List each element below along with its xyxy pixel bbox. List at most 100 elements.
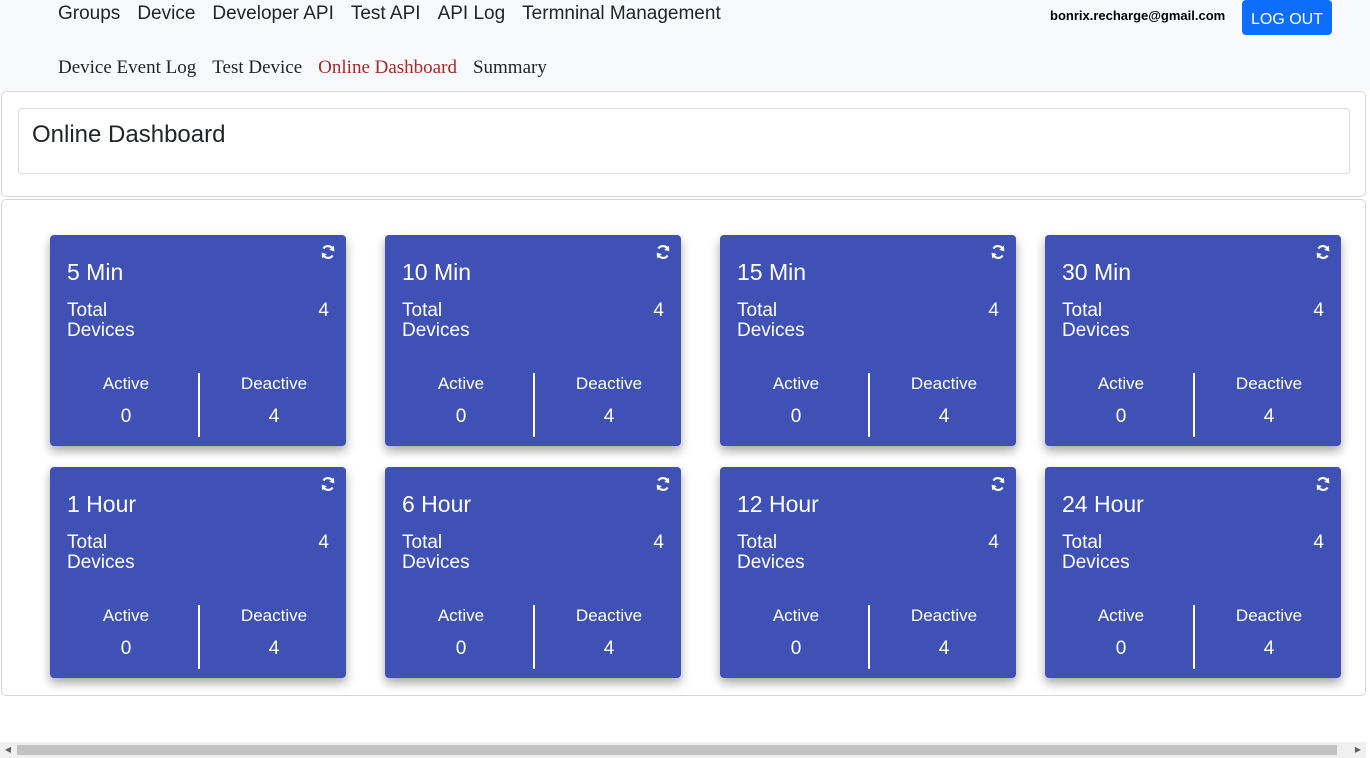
tile-period: 10 Min (402, 259, 472, 285)
deactive-label: Deactive (240, 606, 308, 625)
total-devices-value: 4 (1313, 300, 1324, 321)
refresh-icon[interactable] (1315, 476, 1331, 492)
total-devices-value: 4 (988, 300, 999, 321)
deactive-value: 4 (268, 406, 280, 427)
deactive-value: 4 (938, 406, 950, 427)
dashboard-tile-1: 5 Min Total Devices 4 Active 0 Deactive … (50, 235, 346, 446)
deactive-value: 4 (603, 638, 615, 659)
nav-link-terminal-management[interactable]: Termninal Management (522, 3, 721, 25)
deactive-value: 4 (603, 406, 615, 427)
tile-period: 5 Min (67, 259, 124, 285)
active-stat: Active 0 (52, 606, 200, 660)
nav-link-summary[interactable]: Summary (473, 57, 547, 79)
deactive-stat: Deactive 4 (870, 374, 1018, 428)
tile-period: 6 Hour (402, 491, 472, 517)
active-value: 0 (455, 406, 467, 427)
total-devices-label: Total Devices (1062, 532, 1130, 573)
nav-link-developer-api[interactable]: Developer API (212, 3, 333, 25)
active-stat: Active 0 (722, 606, 870, 660)
tile-period: 24 Hour (1062, 491, 1144, 517)
refresh-icon[interactable] (320, 476, 336, 492)
nav-link-test-api[interactable]: Test API (351, 3, 421, 25)
total-devices-label: Total Devices (67, 532, 135, 573)
dashboard-tile-4: 30 Min Total Devices 4 Active 0 Deactive… (1045, 235, 1341, 446)
top-navbar: Groups Device Developer API Test API API… (0, 0, 1370, 90)
secondary-nav: Device Event Log Test Device Online Dash… (58, 57, 547, 79)
nav-link-online-dashboard[interactable]: Online Dashboard (318, 57, 457, 79)
dashboard-tile-2: 10 Min Total Devices 4 Active 0 Deactive… (385, 235, 681, 446)
dashboard-tile-3: 15 Min Total Devices 4 Active 0 Deactive… (720, 235, 1016, 446)
deactive-label: Deactive (1235, 606, 1303, 625)
page-header-card: Online Dashboard (1, 91, 1366, 197)
active-value: 0 (120, 638, 132, 659)
total-devices-value: 4 (318, 300, 329, 321)
deactive-stat: Deactive 4 (200, 374, 348, 428)
deactive-label: Deactive (1235, 374, 1303, 393)
active-value: 0 (790, 406, 802, 427)
active-label: Active (1097, 606, 1145, 625)
deactive-stat: Deactive 4 (1195, 606, 1343, 660)
total-devices-label: Total Devices (402, 532, 470, 573)
active-value: 0 (790, 638, 802, 659)
deactive-stat: Deactive 4 (535, 606, 683, 660)
scroll-right-arrow-icon[interactable]: ▶ (1353, 745, 1363, 755)
total-devices-value: 4 (318, 532, 329, 553)
total-devices-value: 4 (1313, 532, 1324, 553)
total-devices-label: Total Devices (737, 300, 805, 341)
tile-period: 15 Min (737, 259, 807, 285)
total-devices-value: 4 (988, 532, 999, 553)
page-header-inner: Online Dashboard (18, 108, 1350, 174)
horizontal-scrollbar[interactable]: ◀ ▶ (0, 742, 1366, 758)
nav-link-api-log[interactable]: API Log (438, 3, 506, 25)
dashboard-tile-6: 6 Hour Total Devices 4 Active 0 Deactive… (385, 467, 681, 678)
total-devices-label: Total Devices (67, 300, 135, 341)
dashboard-tile-5: 1 Hour Total Devices 4 Active 0 Deactive… (50, 467, 346, 678)
total-devices-label: Total Devices (402, 300, 470, 341)
deactive-stat: Deactive 4 (870, 606, 1018, 660)
deactive-value: 4 (1263, 638, 1275, 659)
total-devices-value: 4 (653, 532, 664, 553)
deactive-stat: Deactive 4 (1195, 374, 1343, 428)
total-devices-value: 4 (653, 300, 664, 321)
active-stat: Active 0 (1047, 606, 1195, 660)
nav-link-groups[interactable]: Groups (58, 3, 120, 25)
active-label: Active (102, 374, 150, 393)
refresh-icon[interactable] (320, 244, 336, 260)
dashboard-tile-7: 12 Hour Total Devices 4 Active 0 Deactiv… (720, 467, 1016, 678)
refresh-icon[interactable] (655, 476, 671, 492)
active-value: 0 (1115, 406, 1127, 427)
nav-link-device[interactable]: Device (137, 3, 195, 25)
primary-nav: Groups Device Developer API Test API API… (58, 3, 721, 25)
active-value: 0 (1115, 638, 1127, 659)
deactive-value: 4 (938, 638, 950, 659)
deactive-label: Deactive (575, 606, 643, 625)
active-label: Active (102, 606, 150, 625)
deactive-stat: Deactive 4 (200, 606, 348, 660)
active-label: Active (437, 374, 485, 393)
logout-button[interactable]: LOG OUT (1242, 0, 1332, 35)
tile-period: 30 Min (1062, 259, 1132, 285)
active-label: Active (437, 606, 485, 625)
refresh-icon[interactable] (990, 244, 1006, 260)
active-value: 0 (455, 638, 467, 659)
deactive-label: Deactive (910, 374, 978, 393)
deactive-stat: Deactive 4 (535, 374, 683, 428)
scrollbar-thumb[interactable] (17, 745, 1337, 755)
active-label: Active (772, 606, 820, 625)
refresh-icon[interactable] (1315, 244, 1331, 260)
tile-period: 12 Hour (737, 491, 819, 517)
active-label: Active (772, 374, 820, 393)
deactive-label: Deactive (575, 374, 643, 393)
active-stat: Active 0 (387, 374, 535, 428)
total-devices-label: Total Devices (1062, 300, 1130, 341)
refresh-icon[interactable] (990, 476, 1006, 492)
active-stat: Active 0 (722, 374, 870, 428)
active-stat: Active 0 (387, 606, 535, 660)
active-stat: Active 0 (52, 374, 200, 428)
nav-link-test-device[interactable]: Test Device (212, 57, 302, 79)
active-value: 0 (120, 406, 132, 427)
scroll-left-arrow-icon[interactable]: ◀ (3, 745, 13, 755)
deactive-label: Deactive (910, 606, 978, 625)
refresh-icon[interactable] (655, 244, 671, 260)
nav-link-device-event-log[interactable]: Device Event Log (58, 57, 196, 79)
